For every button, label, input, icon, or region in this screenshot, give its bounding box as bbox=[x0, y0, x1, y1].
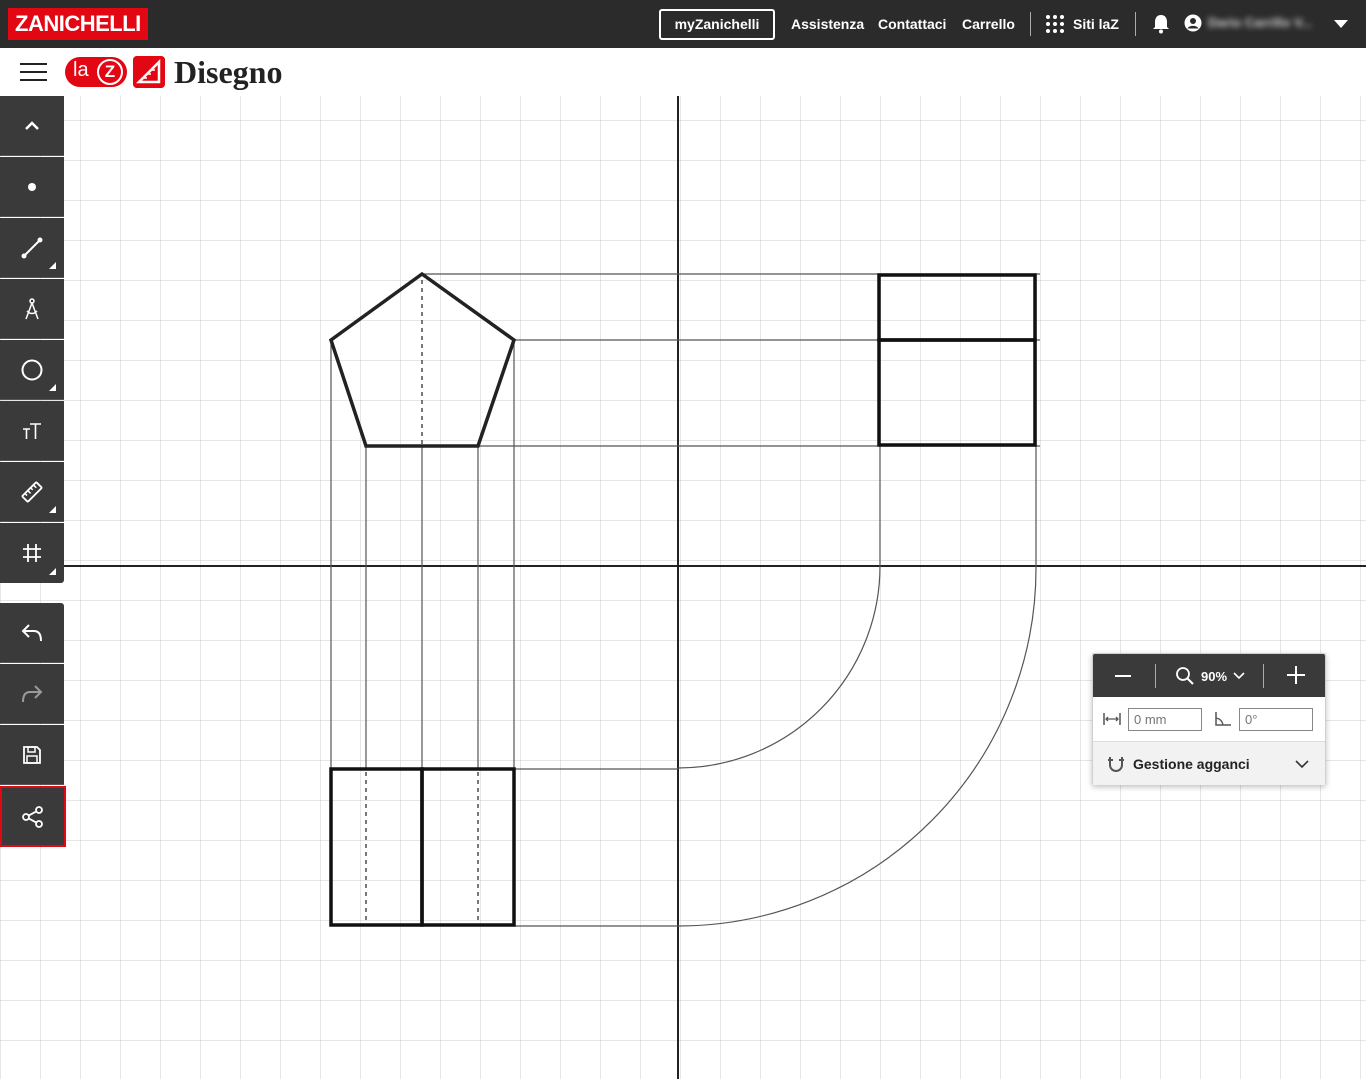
snap-management-toggle[interactable]: Gestione agganci bbox=[1093, 741, 1325, 785]
page-title: Disegno bbox=[174, 54, 283, 90]
ruler-tool-button[interactable] bbox=[0, 462, 64, 522]
share-button[interactable] bbox=[0, 786, 66, 847]
submenu-indicator bbox=[49, 262, 56, 269]
angle-input[interactable] bbox=[1239, 708, 1313, 731]
grid-tool-button[interactable] bbox=[0, 523, 64, 583]
user-icon[interactable] bbox=[1184, 14, 1202, 32]
ruler-icon bbox=[21, 481, 43, 502]
laz-logo[interactable]: la Z bbox=[65, 57, 127, 87]
bell-icon[interactable] bbox=[1152, 14, 1170, 34]
user-name[interactable]: Dario Carrillo V... bbox=[1208, 15, 1326, 33]
compass-tool-button[interactable] bbox=[0, 279, 64, 339]
chevron-down-icon bbox=[1295, 760, 1309, 769]
carrello-link[interactable]: Carrello bbox=[962, 16, 1015, 32]
undo-button[interactable] bbox=[0, 603, 64, 663]
top-bar: ZANICHELLI myZanichelli Assistenza Conta… bbox=[0, 0, 1366, 48]
submenu-indicator bbox=[49, 568, 56, 575]
circle-icon bbox=[21, 359, 43, 380]
divider bbox=[1263, 664, 1264, 688]
siti-laz-link[interactable]: Siti laZ bbox=[1073, 16, 1119, 32]
zoom-out-button[interactable] bbox=[1115, 675, 1131, 677]
line-icon bbox=[21, 237, 43, 258]
text-icon bbox=[23, 422, 41, 439]
zoom-toolbar: 90% bbox=[1093, 654, 1325, 697]
divider bbox=[1135, 12, 1136, 36]
apps-grid-icon[interactable] bbox=[1046, 15, 1064, 33]
undo-icon bbox=[21, 623, 42, 641]
grid-icon bbox=[23, 544, 41, 562]
submenu-indicator bbox=[49, 384, 56, 391]
chevron-down-icon[interactable] bbox=[1334, 20, 1348, 28]
zanichelli-logo[interactable]: ZANICHELLI bbox=[8, 8, 148, 40]
save-button[interactable] bbox=[0, 725, 64, 785]
circle-tool-button[interactable] bbox=[0, 340, 64, 400]
point-tool-button[interactable] bbox=[0, 157, 64, 217]
angle-icon bbox=[1215, 712, 1231, 726]
snap-management-label: Gestione agganci bbox=[1133, 756, 1250, 772]
divider bbox=[1155, 664, 1156, 688]
drawing-canvas[interactable] bbox=[0, 96, 1366, 1079]
chevron-up-icon bbox=[25, 120, 39, 130]
length-icon bbox=[1103, 713, 1121, 725]
collapse-toolbar-button[interactable] bbox=[0, 96, 64, 156]
redo-button[interactable] bbox=[0, 664, 64, 724]
contattaci-link[interactable]: Contattaci bbox=[878, 16, 946, 32]
dot-icon bbox=[28, 182, 36, 191]
redo-icon bbox=[22, 684, 43, 702]
chevron-down-icon[interactable] bbox=[1233, 672, 1245, 680]
submenu-indicator bbox=[49, 506, 56, 513]
line-tool-button[interactable] bbox=[0, 218, 64, 278]
laz-logo-text: la bbox=[73, 59, 89, 81]
save-icon bbox=[23, 745, 41, 764]
assistenza-link[interactable]: Assistenza bbox=[791, 16, 864, 32]
compass-icon bbox=[25, 297, 39, 319]
zoom-panel: 90% Gestione agganci bbox=[1092, 653, 1326, 785]
text-tool-button[interactable] bbox=[0, 401, 64, 461]
length-input[interactable] bbox=[1128, 708, 1202, 731]
magnet-icon bbox=[1108, 757, 1124, 772]
menu-icon[interactable] bbox=[20, 63, 47, 83]
my-zanichelli-button[interactable]: myZanichelli bbox=[659, 9, 775, 40]
laz-logo-z: Z bbox=[97, 59, 123, 85]
zoom-level[interactable]: 90% bbox=[1201, 669, 1227, 684]
divider bbox=[1030, 12, 1031, 36]
grid-background bbox=[0, 96, 1366, 1079]
share-icon bbox=[22, 805, 43, 828]
disegno-app-icon bbox=[133, 56, 165, 88]
search-icon[interactable] bbox=[1175, 666, 1195, 686]
zoom-in-button[interactable] bbox=[1287, 666, 1305, 684]
